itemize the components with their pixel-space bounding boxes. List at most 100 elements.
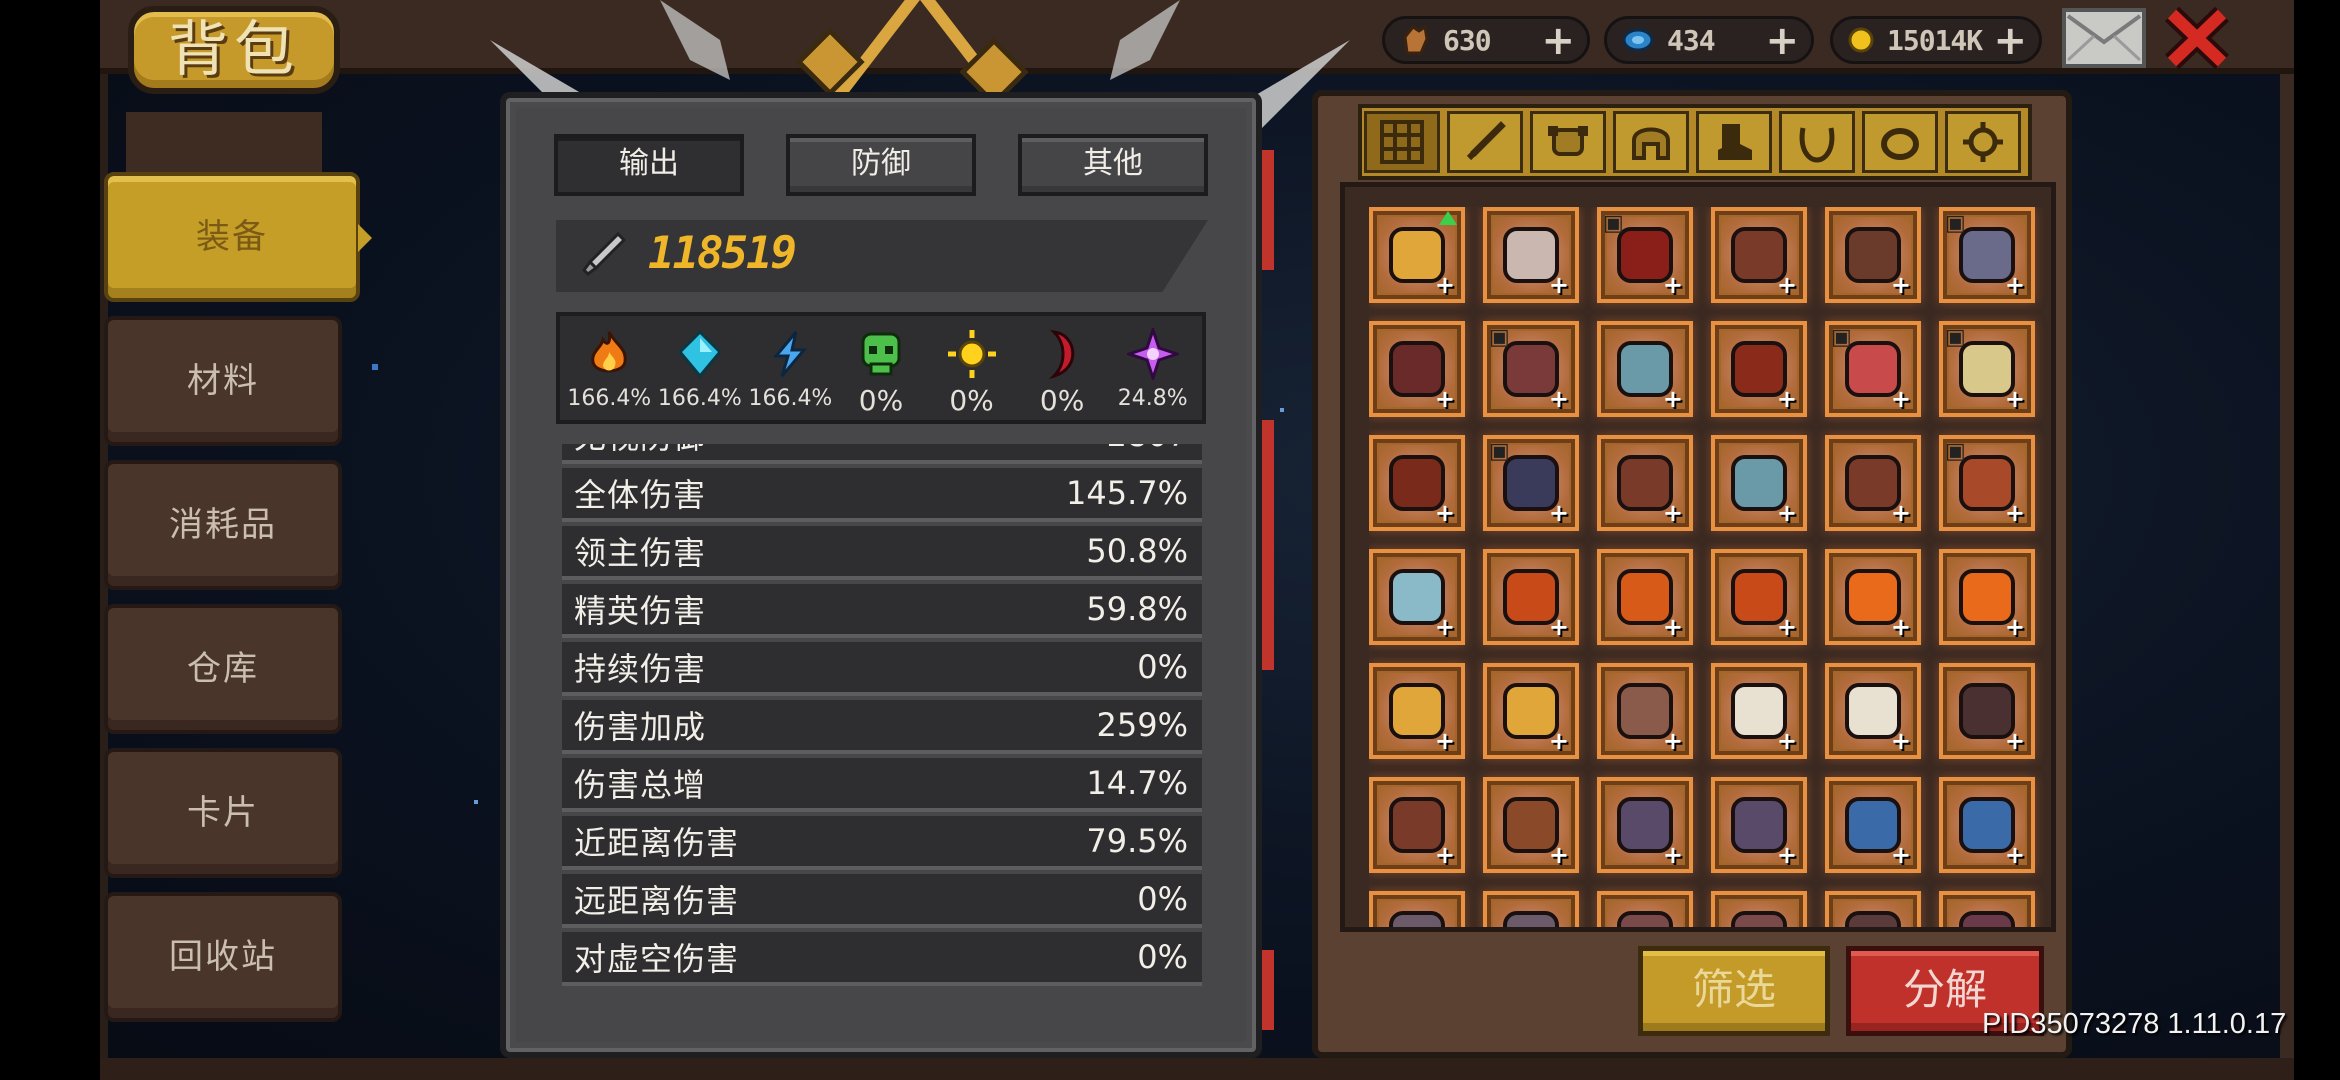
lock-icon: ▣ <box>1489 439 1510 464</box>
nav-warehouse[interactable]: 仓库 <box>104 604 342 734</box>
nav-cards-label: 卡片 <box>187 793 259 833</box>
stat-list[interactable]: 无视防御 2807 全体伤害 145.7% 领主伤害 50.8% 精英伤害 59… <box>562 444 1202 1080</box>
enhance-plus-icon: + <box>1890 727 1911 755</box>
enhance-plus-icon: + <box>1890 499 1911 527</box>
tab-category-all[interactable] <box>1364 111 1440 173</box>
inventory-slot[interactable]: + <box>1711 777 1807 873</box>
inventory-slot[interactable]: + <box>1825 549 1921 645</box>
nav-consumables-label: 消耗品 <box>169 505 277 545</box>
item-icon <box>1959 911 2015 927</box>
stat-value: 0% <box>1137 880 1188 918</box>
inventory-slot[interactable] <box>1369 891 1465 927</box>
inventory-grid[interactable]: + + ▣ + + + ▣ + + ▣ + + + ▣ + ▣ + + ▣ + + + + ▣ + + + + + + + + + + + + + + + +… <box>1369 207 2049 927</box>
inventory-panel: + + ▣ + + + ▣ + + ▣ + + + ▣ + ▣ + + ▣ + + + + ▣ + + + + + + + + + + + + + + + +… <box>1312 90 2072 1058</box>
add-material-button[interactable]: + <box>1541 21 1575 61</box>
inventory-slot[interactable]: + <box>1483 777 1579 873</box>
close-icon[interactable] <box>2162 6 2232 70</box>
inventory-slot[interactable]: + <box>1369 549 1465 645</box>
stat-row: 近距离伤害 79.5% <box>562 816 1202 870</box>
stat-value: 0% <box>1137 938 1188 976</box>
enhance-plus-icon: + <box>1662 613 1683 641</box>
nav-materials[interactable]: 材料 <box>104 316 342 446</box>
inventory-slot[interactable]: ▣ + <box>1939 435 2035 531</box>
inventory-slot[interactable]: + <box>1369 777 1465 873</box>
element-fire: 166.4% <box>566 316 652 420</box>
inventory-slot[interactable]: + <box>1483 549 1579 645</box>
inventory-slot[interactable]: + <box>1597 777 1693 873</box>
inventory-slot[interactable]: + <box>1597 435 1693 531</box>
inventory-slot[interactable]: ▣ + <box>1825 321 1921 417</box>
filter-button[interactable]: 筛选 <box>1638 946 1830 1036</box>
inventory-slot[interactable]: + <box>1597 321 1693 417</box>
enhance-plus-icon: + <box>2004 499 2025 527</box>
stat-value: 145.7% <box>1065 474 1188 512</box>
inventory-slot[interactable]: + <box>1711 321 1807 417</box>
inventory-slot[interactable]: + <box>1711 549 1807 645</box>
nav-recycle-bin[interactable]: 回收站 <box>104 892 342 1022</box>
inventory-slot[interactable]: + <box>1369 663 1465 759</box>
inventory-slot[interactable]: + <box>1825 663 1921 759</box>
enhance-plus-icon: + <box>1662 499 1683 527</box>
tab-offense[interactable]: 输出 <box>554 134 744 196</box>
enhance-plus-icon: + <box>1548 385 1569 413</box>
panel-edge-decoration <box>1262 420 1274 670</box>
inventory-slot[interactable] <box>1711 891 1807 927</box>
inventory-slot[interactable] <box>1597 891 1693 927</box>
inventory-slot[interactable] <box>1939 891 2035 927</box>
enhance-plus-icon: + <box>1662 271 1683 299</box>
enhance-plus-icon: + <box>1662 385 1683 413</box>
inventory-slot[interactable]: + <box>1825 435 1921 531</box>
inventory-slot[interactable]: + <box>1369 321 1465 417</box>
stat-name: 全体伤害 <box>574 476 707 514</box>
inventory-slot[interactable]: + <box>1711 435 1807 531</box>
inventory-slot[interactable]: + <box>1939 663 2035 759</box>
inventory-slot[interactable]: + <box>1369 207 1465 303</box>
tab-defense[interactable]: 防御 <box>786 134 976 196</box>
inventory-slot[interactable]: + <box>1483 663 1579 759</box>
inventory-slot[interactable]: + <box>1369 435 1465 531</box>
inventory-slot[interactable]: + <box>1597 663 1693 759</box>
gem-icon <box>1622 28 1654 52</box>
enhance-plus-icon: + <box>2004 841 2025 869</box>
add-gem-button[interactable]: + <box>1765 21 1799 61</box>
inventory-slot[interactable]: + <box>1939 549 2035 645</box>
inventory-slot[interactable]: + <box>1711 663 1807 759</box>
ring-icon <box>1881 128 1919 160</box>
nav-cards[interactable]: 卡片 <box>104 748 342 878</box>
inventory-slot[interactable]: + <box>1825 777 1921 873</box>
inventory-slot[interactable]: + <box>1597 549 1693 645</box>
inventory-slot[interactable]: ▣ + <box>1597 207 1693 303</box>
mail-icon <box>2066 14 2142 62</box>
tab-other[interactable]: 其他 <box>1018 134 1208 196</box>
inventory-slot[interactable] <box>1825 891 1921 927</box>
tab-category-ring[interactable] <box>1862 111 1938 173</box>
mail-button[interactable] <box>2062 8 2146 68</box>
tab-category-settings[interactable] <box>1945 111 2021 173</box>
inventory-slot[interactable]: + <box>1939 777 2035 873</box>
inventory-slot[interactable]: ▣ + <box>1483 321 1579 417</box>
add-coin-button[interactable]: + <box>1993 21 2027 61</box>
coin-count: 15014K <box>1887 23 1983 57</box>
nav-consumables[interactable]: 消耗品 <box>104 460 342 590</box>
weapon-icon <box>1466 121 1506 161</box>
inventory-slot[interactable]: + <box>1483 207 1579 303</box>
inventory-slot[interactable]: ▣ + <box>1939 207 2035 303</box>
tab-category-weapon[interactable] <box>1447 111 1523 173</box>
tab-category-necklace[interactable] <box>1779 111 1855 173</box>
inventory-slot[interactable]: ▣ + <box>1939 321 2035 417</box>
tab-category-pet[interactable] <box>1530 111 1606 173</box>
inventory-slot[interactable] <box>1483 891 1579 927</box>
tab-category-helmet[interactable] <box>1613 111 1689 173</box>
nav-equipment[interactable]: 装备 <box>104 172 372 302</box>
enhance-plus-icon: + <box>1890 385 1911 413</box>
tab-category-boots[interactable] <box>1696 111 1772 173</box>
item-icon <box>1731 911 1787 927</box>
light-damage-value: 0% <box>949 384 994 417</box>
necklace-icon <box>1799 127 1835 163</box>
element-dark: 0% <box>1019 316 1105 420</box>
inventory-slot[interactable]: + <box>1711 207 1807 303</box>
inventory-category-tabs <box>1358 104 2032 180</box>
inventory-slot[interactable]: ▣ + <box>1483 435 1579 531</box>
tab-other-label: 其他 <box>1083 146 1143 181</box>
inventory-slot[interactable]: + <box>1825 207 1921 303</box>
